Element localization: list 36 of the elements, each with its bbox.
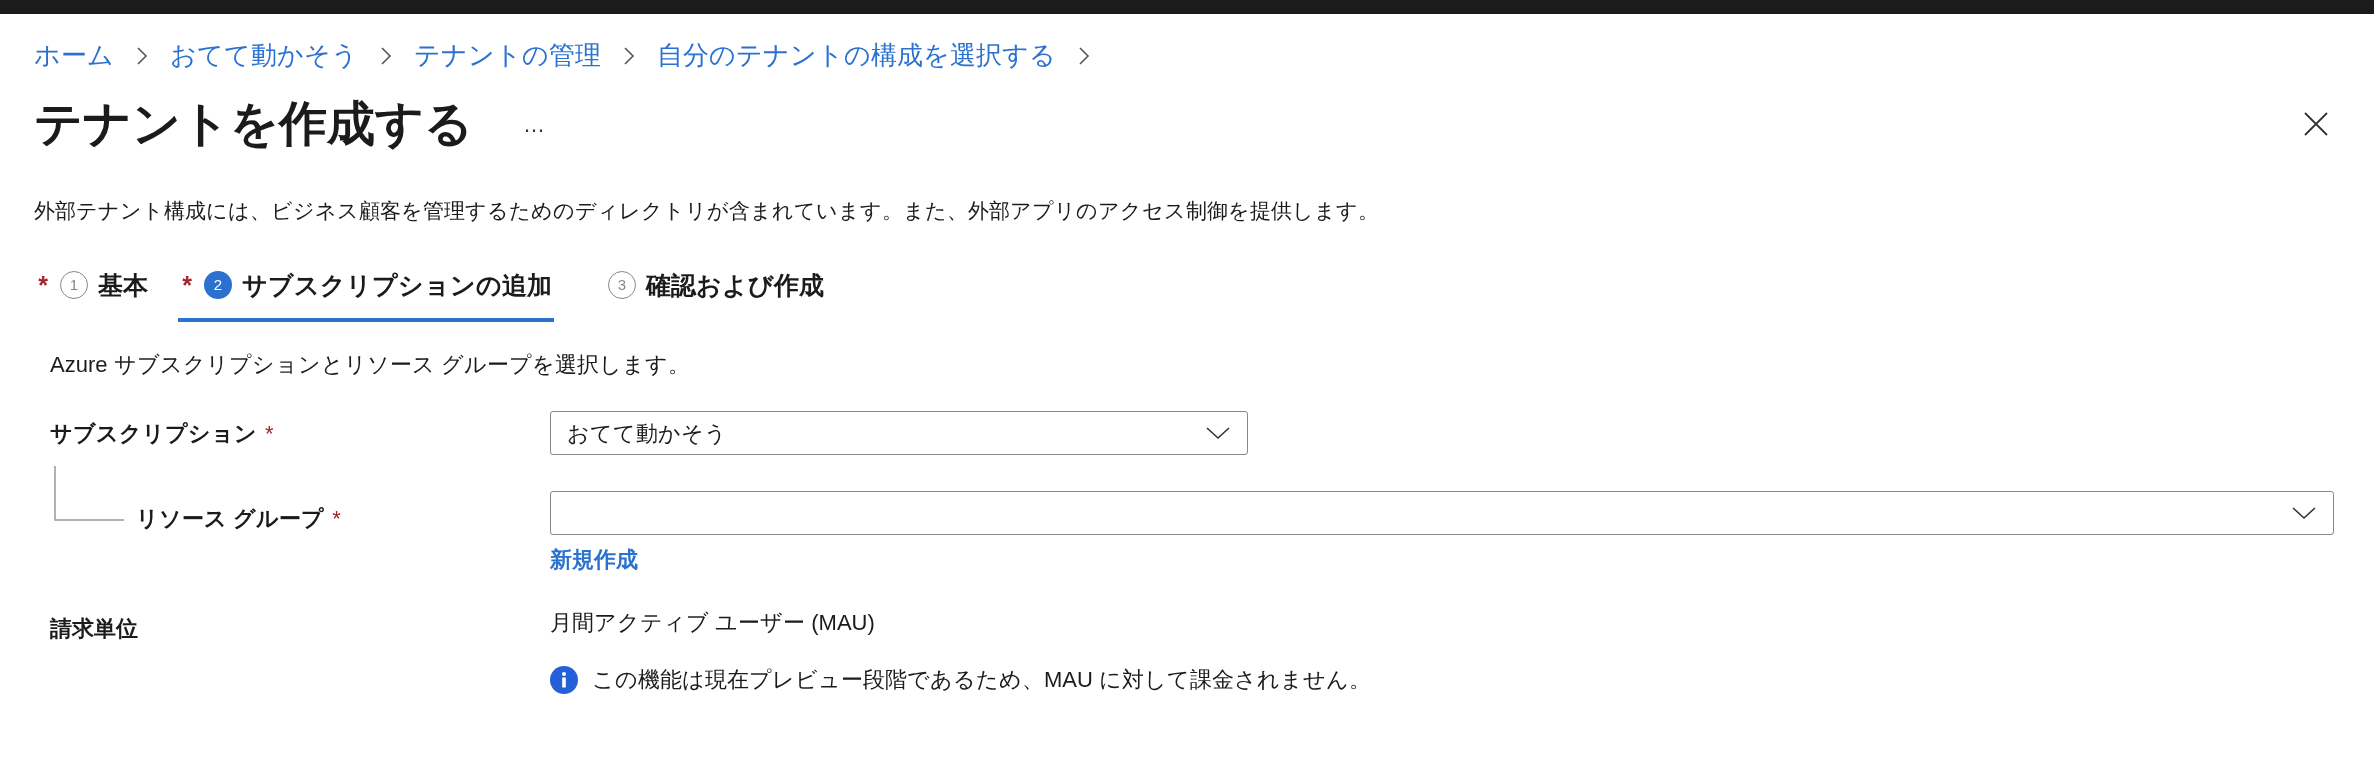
field-label: サブスクリプション: [50, 419, 257, 448]
create-new-link[interactable]: 新規作成: [550, 543, 638, 576]
field-label: 請求単位: [50, 616, 138, 641]
breadcrumb-link[interactable]: ホーム: [34, 36, 114, 75]
close-icon[interactable]: [2303, 111, 2329, 137]
breadcrumb-link[interactable]: 自分のテナントの構成を選択する: [657, 36, 1056, 75]
required-asterisk: *: [265, 419, 274, 448]
resource-group-dropdown[interactable]: [550, 491, 2334, 535]
info-icon: [550, 665, 578, 694]
field-label: リソース グループ: [136, 505, 325, 533]
chevron-right-icon: [380, 45, 392, 66]
breadcrumb-link[interactable]: おてて動かそう: [170, 36, 358, 75]
more-button[interactable]: …: [523, 107, 545, 141]
chevron-down-icon: [2291, 505, 2317, 521]
required-asterisk: *: [37, 269, 49, 301]
subscription-dropdown[interactable]: おてて動かそう: [550, 411, 1248, 455]
tab-label: 確認および作成: [646, 269, 824, 301]
tree-connector: [54, 466, 124, 521]
chevron-right-icon: [623, 45, 635, 66]
billing-value: 月間アクティブ ユーザー (MAU): [550, 609, 876, 637]
wizard-tab[interactable]: * 1 基本: [34, 266, 150, 322]
tab-label: 基本: [98, 269, 148, 301]
required-asterisk: *: [181, 269, 193, 301]
step-number: 2: [204, 271, 232, 300]
tab-label: サブスクリプションの追加: [242, 269, 552, 301]
page-title: テナントを作成する: [34, 96, 473, 152]
description-text: 外部テナント構成には、ビジネス顧客を管理するためのディレクトリが含まれています。また、外部アプリのアクセス制御を提供します。: [34, 198, 1380, 224]
wizard-tab[interactable]: * 2 サブスクリプションの追加: [178, 266, 554, 322]
required-asterisk: *: [332, 506, 341, 531]
chevron-right-icon: [136, 45, 148, 66]
chevron-right-icon: [1078, 45, 1090, 66]
wizard-tab[interactable]: 3 確認および作成: [582, 266, 826, 322]
breadcrumb-link[interactable]: テナントの管理: [414, 36, 601, 75]
chevron-down-icon: [1205, 425, 1231, 441]
info-message: この機能は現在プレビュー段階であるため、MAU に対して課金されません。: [592, 666, 1371, 694]
section-intro: Azure サブスクリプションとリソース グループを選択します。: [50, 351, 691, 379]
